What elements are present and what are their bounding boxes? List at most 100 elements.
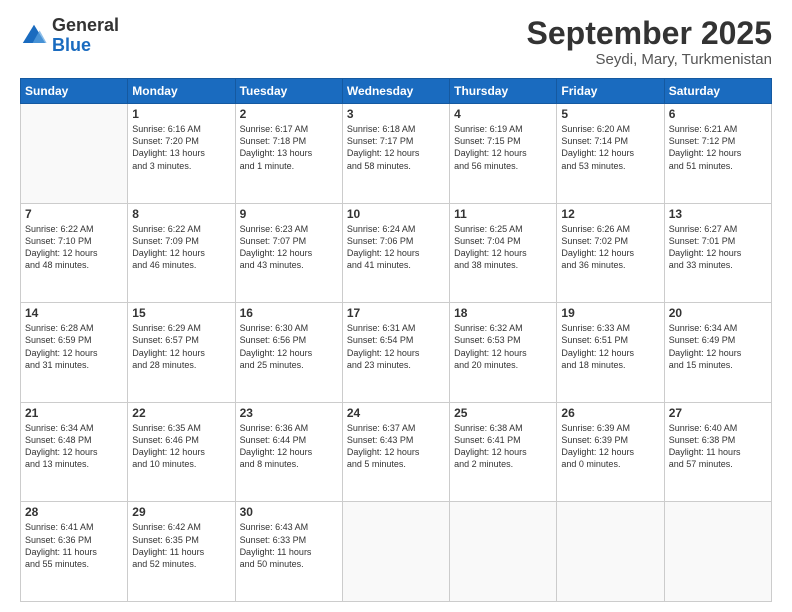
title-block: September 2025 Seydi, Mary, Turkmenistan: [527, 16, 772, 68]
cell-info: Sunrise: 6:17 AM Sunset: 7:18 PM Dayligh…: [240, 123, 338, 172]
day-number: 13: [669, 207, 767, 221]
calendar-cell: 13 Sunrise: 6:27 AM Sunset: 7:01 PM Dayli…: [664, 203, 771, 303]
cell-info: Sunrise: 6:26 AM Sunset: 7:02 PM Dayligh…: [561, 223, 659, 272]
calendar-cell: 2 Sunrise: 6:17 AM Sunset: 7:18 PM Daylig…: [235, 104, 342, 204]
cell-info: Sunrise: 6:38 AM Sunset: 6:41 PM Dayligh…: [454, 422, 552, 471]
day-number: 21: [25, 406, 123, 420]
logo-icon: [20, 22, 48, 50]
calendar-cell: 8Sunrise: 6:22 AM Sunset: 7:09 PM Daylig…: [128, 203, 235, 303]
calendar-week-2: 14 Sunrise: 6:28 AM Sunset: 6:59 PM Dayli…: [21, 303, 772, 403]
calendar-cell: 19 Sunrise: 6:33 AM Sunset: 6:51 PM Dayli…: [557, 303, 664, 403]
cell-info: Sunrise: 6:19 AM Sunset: 7:15 PM Dayligh…: [454, 123, 552, 172]
logo-text: General Blue: [52, 16, 119, 56]
page: General Blue September 2025 Seydi, Mary,…: [0, 0, 792, 612]
header-wednesday: Wednesday: [342, 79, 449, 104]
cell-info: Sunrise: 6:29 AM Sunset: 6:57 PM Dayligh…: [132, 322, 230, 371]
day-number: 19: [561, 306, 659, 320]
cell-info: Sunrise: 6:33 AM Sunset: 6:51 PM Dayligh…: [561, 322, 659, 371]
calendar-week-0: 1 Sunrise: 6:16 AM Sunset: 7:20 PM Daylig…: [21, 104, 772, 204]
cell-info: Sunrise: 6:22 AM Sunset: 7:10 PM Dayligh…: [25, 223, 123, 272]
logo-blue: Blue: [52, 36, 119, 56]
calendar-cell: 17Sunrise: 6:31 AM Sunset: 6:54 PM Dayli…: [342, 303, 449, 403]
cell-info: Sunrise: 6:40 AM Sunset: 6:38 PM Dayligh…: [669, 422, 767, 471]
cell-info: Sunrise: 6:28 AM Sunset: 6:59 PM Dayligh…: [25, 322, 123, 371]
logo-general: General: [52, 16, 119, 36]
calendar-cell: 18Sunrise: 6:32 AM Sunset: 6:53 PM Dayli…: [450, 303, 557, 403]
header-sunday: Sunday: [21, 79, 128, 104]
day-number: 8: [132, 207, 230, 221]
cell-info: Sunrise: 6:42 AM Sunset: 6:35 PM Dayligh…: [132, 521, 230, 570]
calendar-cell: 9 Sunrise: 6:23 AM Sunset: 7:07 PM Daylig…: [235, 203, 342, 303]
calendar-cell: 28 Sunrise: 6:41 AM Sunset: 6:36 PM Dayli…: [21, 502, 128, 602]
day-number: 30: [240, 505, 338, 519]
day-number: 15: [132, 306, 230, 320]
calendar-cell: 22Sunrise: 6:35 AM Sunset: 6:46 PM Dayli…: [128, 402, 235, 502]
day-number: 29: [132, 505, 230, 519]
day-number: 16: [240, 306, 338, 320]
day-number: 28: [25, 505, 123, 519]
cell-info: Sunrise: 6:20 AM Sunset: 7:14 PM Dayligh…: [561, 123, 659, 172]
cell-info: Sunrise: 6:41 AM Sunset: 6:36 PM Dayligh…: [25, 521, 123, 570]
calendar-cell: 20 Sunrise: 6:34 AM Sunset: 6:49 PM Dayli…: [664, 303, 771, 403]
cell-info: Sunrise: 6:37 AM Sunset: 6:43 PM Dayligh…: [347, 422, 445, 471]
calendar-cell: 27 Sunrise: 6:40 AM Sunset: 6:38 PM Dayli…: [664, 402, 771, 502]
day-number: 14: [25, 306, 123, 320]
day-number: 5: [561, 107, 659, 121]
cell-info: Sunrise: 6:31 AM Sunset: 6:54 PM Dayligh…: [347, 322, 445, 371]
day-number: 25: [454, 406, 552, 420]
cell-info: Sunrise: 6:24 AM Sunset: 7:06 PM Dayligh…: [347, 223, 445, 272]
calendar-cell: 25 Sunrise: 6:38 AM Sunset: 6:41 PM Dayli…: [450, 402, 557, 502]
cell-info: Sunrise: 6:16 AM Sunset: 7:20 PM Dayligh…: [132, 123, 230, 172]
cell-info: Sunrise: 6:27 AM Sunset: 7:01 PM Dayligh…: [669, 223, 767, 272]
day-number: 26: [561, 406, 659, 420]
logo: General Blue: [20, 16, 119, 56]
header: General Blue September 2025 Seydi, Mary,…: [20, 16, 772, 68]
cell-info: Sunrise: 6:36 AM Sunset: 6:44 PM Dayligh…: [240, 422, 338, 471]
calendar-cell: [664, 502, 771, 602]
header-monday: Monday: [128, 79, 235, 104]
month-title: September 2025: [527, 16, 772, 51]
cell-info: Sunrise: 6:23 AM Sunset: 7:07 PM Dayligh…: [240, 223, 338, 272]
calendar-week-3: 21Sunrise: 6:34 AM Sunset: 6:48 PM Dayli…: [21, 402, 772, 502]
cell-info: Sunrise: 6:25 AM Sunset: 7:04 PM Dayligh…: [454, 223, 552, 272]
day-number: 4: [454, 107, 552, 121]
calendar-cell: [557, 502, 664, 602]
day-number: 24: [347, 406, 445, 420]
calendar-cell: [21, 104, 128, 204]
day-number: 9: [240, 207, 338, 221]
cell-info: Sunrise: 6:35 AM Sunset: 6:46 PM Dayligh…: [132, 422, 230, 471]
cell-info: Sunrise: 6:21 AM Sunset: 7:12 PM Dayligh…: [669, 123, 767, 172]
calendar-cell: 7 Sunrise: 6:22 AM Sunset: 7:10 PM Daylig…: [21, 203, 128, 303]
calendar-cell: 4 Sunrise: 6:19 AM Sunset: 7:15 PM Daylig…: [450, 104, 557, 204]
calendar-cell: 1 Sunrise: 6:16 AM Sunset: 7:20 PM Daylig…: [128, 104, 235, 204]
header-friday: Friday: [557, 79, 664, 104]
calendar-cell: 21Sunrise: 6:34 AM Sunset: 6:48 PM Dayli…: [21, 402, 128, 502]
calendar-cell: 11 Sunrise: 6:25 AM Sunset: 7:04 PM Dayli…: [450, 203, 557, 303]
header-tuesday: Tuesday: [235, 79, 342, 104]
day-number: 27: [669, 406, 767, 420]
calendar-cell: [342, 502, 449, 602]
calendar-week-1: 7 Sunrise: 6:22 AM Sunset: 7:10 PM Daylig…: [21, 203, 772, 303]
calendar-cell: 5 Sunrise: 6:20 AM Sunset: 7:14 PM Daylig…: [557, 104, 664, 204]
day-number: 20: [669, 306, 767, 320]
cell-info: Sunrise: 6:43 AM Sunset: 6:33 PM Dayligh…: [240, 521, 338, 570]
calendar-cell: 26 Sunrise: 6:39 AM Sunset: 6:39 PM Dayli…: [557, 402, 664, 502]
cell-info: Sunrise: 6:34 AM Sunset: 6:49 PM Dayligh…: [669, 322, 767, 371]
day-number: 6: [669, 107, 767, 121]
header-thursday: Thursday: [450, 79, 557, 104]
location-title: Seydi, Mary, Turkmenistan: [527, 51, 772, 68]
cell-info: Sunrise: 6:39 AM Sunset: 6:39 PM Dayligh…: [561, 422, 659, 471]
day-number: 11: [454, 207, 552, 221]
calendar-cell: 24 Sunrise: 6:37 AM Sunset: 6:43 PM Dayli…: [342, 402, 449, 502]
calendar-cell: 30 Sunrise: 6:43 AM Sunset: 6:33 PM Dayli…: [235, 502, 342, 602]
day-number: 1: [132, 107, 230, 121]
day-number: 18: [454, 306, 552, 320]
day-number: 2: [240, 107, 338, 121]
calendar-cell: 12 Sunrise: 6:26 AM Sunset: 7:02 PM Dayli…: [557, 203, 664, 303]
day-number: 7: [25, 207, 123, 221]
calendar-cell: 16Sunrise: 6:30 AM Sunset: 6:56 PM Dayli…: [235, 303, 342, 403]
calendar-week-4: 28 Sunrise: 6:41 AM Sunset: 6:36 PM Dayli…: [21, 502, 772, 602]
calendar-table: Sunday Monday Tuesday Wednesday Thursday…: [20, 78, 772, 602]
day-number: 12: [561, 207, 659, 221]
header-saturday: Saturday: [664, 79, 771, 104]
